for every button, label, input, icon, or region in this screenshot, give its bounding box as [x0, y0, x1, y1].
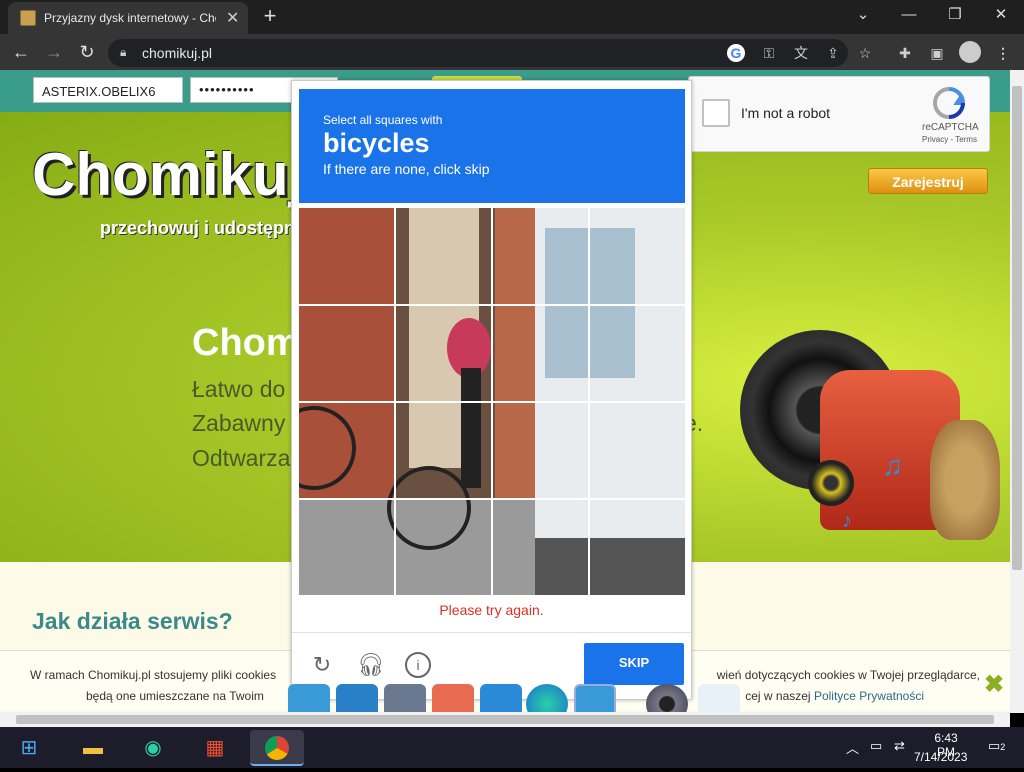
challenge-hint: If there are none, click skip — [323, 161, 490, 177]
feature-line: Odtwarza — [192, 445, 291, 471]
vertical-scroll-thumb[interactable] — [1012, 86, 1022, 570]
register-button[interactable]: Zarejestruj — [868, 168, 988, 194]
cookie-text: wień dotyczących cookies w Twojej przegl… — [716, 668, 980, 682]
recaptcha-brand: reCAPTCHA — [922, 122, 979, 133]
music-note-icon: ♫ — [882, 450, 903, 481]
clock-date[interactable]: 7/14/2023 — [914, 750, 967, 764]
audio-icon[interactable]: 🎧︎ — [357, 652, 385, 678]
login-input[interactable]: ASTERIX.OBELIX6 — [33, 77, 183, 103]
recaptcha-terms-link[interactable]: Privacy - Terms — [922, 135, 977, 144]
url-text[interactable]: chomikuj.pl — [142, 45, 212, 61]
recaptcha-checkbox[interactable] — [702, 99, 730, 127]
share-icon[interactable]: ⇪ — [822, 42, 844, 64]
recaptcha-label: I'm not a robot — [741, 105, 831, 121]
chrome-icon[interactable] — [250, 730, 304, 766]
info-icon[interactable]: i — [405, 652, 431, 678]
back-button[interactable]: ← — [9, 40, 33, 64]
challenge-object: bicycles — [323, 128, 430, 158]
skip-button[interactable]: SKIP — [584, 643, 684, 685]
tray-chevron-icon[interactable]: ︿ — [846, 738, 859, 757]
translate-icon[interactable]: 文 — [790, 42, 812, 64]
small-speaker-image — [808, 460, 854, 506]
notification-icon[interactable]: ▭2 — [988, 738, 1005, 754]
forward-button[interactable]: → — [42, 40, 66, 64]
challenge-image-grid — [299, 208, 685, 595]
close-window-button[interactable]: ✕ — [978, 0, 1024, 32]
key-icon[interactable]: ⚿ — [758, 42, 780, 64]
menu-icon[interactable]: ⋮ — [992, 42, 1014, 64]
edge-icon[interactable]: ◉ — [134, 730, 172, 766]
windows-start-icon[interactable]: ⊞ — [10, 730, 48, 766]
restore-button[interactable]: ❐ — [932, 0, 978, 32]
store-icon[interactable]: ▦ — [196, 730, 234, 766]
cookie-text: cej w naszej — [745, 689, 811, 703]
tab-close-icon[interactable]: ✕ — [226, 8, 239, 28]
cookie-text: W ramach Chomikuj.pl stosujemy pliki coo… — [30, 668, 277, 682]
challenge-instruction: Select all squares with — [323, 113, 443, 127]
minimize-button[interactable]: — — [886, 0, 932, 32]
error-message: Please try again. — [439, 602, 544, 618]
network-status-icon[interactable]: ⇄ — [894, 738, 905, 754]
site-tagline: przechowuj i udostępni — [100, 218, 301, 238]
cookie-close-icon[interactable]: ✖ — [984, 670, 1004, 699]
hero-headline: Chom — [192, 322, 300, 364]
browser-tab[interactable]: Przyjazny dysk internetowy - Cho ✕ — [8, 2, 248, 34]
cookie-text: będą one umieszczane na Twoim — [86, 689, 264, 703]
sidepanel-icon[interactable]: ▣ — [926, 42, 948, 64]
star-icon[interactable]: ☆ — [854, 42, 876, 64]
tab-search-icon[interactable]: ⌄ — [840, 0, 886, 32]
favicon-icon — [20, 10, 36, 26]
reload-button[interactable]: ↻ — [75, 40, 99, 64]
recaptcha-logo-icon — [932, 86, 966, 120]
privacy-policy-link[interactable]: Polityce Prywatności — [814, 689, 924, 703]
lock-icon[interactable]: 🔒︎ — [120, 45, 126, 60]
reload-icon[interactable]: ↻ — [309, 652, 335, 678]
extensions-icon[interactable]: ✚ — [894, 42, 916, 64]
challenge-divider — [292, 632, 691, 633]
profile-icon[interactable] — [959, 41, 981, 63]
display-icon[interactable]: ▭ — [870, 738, 882, 754]
notification-count: 2 — [1000, 742, 1006, 752]
hamster-image — [930, 420, 1000, 540]
feature-line: Łatwo do — [192, 376, 286, 402]
site-logo[interactable]: Chomikuj. — [32, 140, 322, 209]
tab-title: Przyjazny dysk internetowy - Cho — [44, 11, 216, 25]
google-icon[interactable]: G — [727, 44, 745, 62]
feature-line: Zabawny — [192, 410, 286, 436]
horizontal-scroll-thumb[interactable] — [16, 715, 994, 724]
file-explorer-icon[interactable]: ▬ — [74, 730, 112, 766]
new-tab-button[interactable]: + — [258, 5, 282, 29]
music-note-icon: ♪ — [842, 510, 852, 532]
